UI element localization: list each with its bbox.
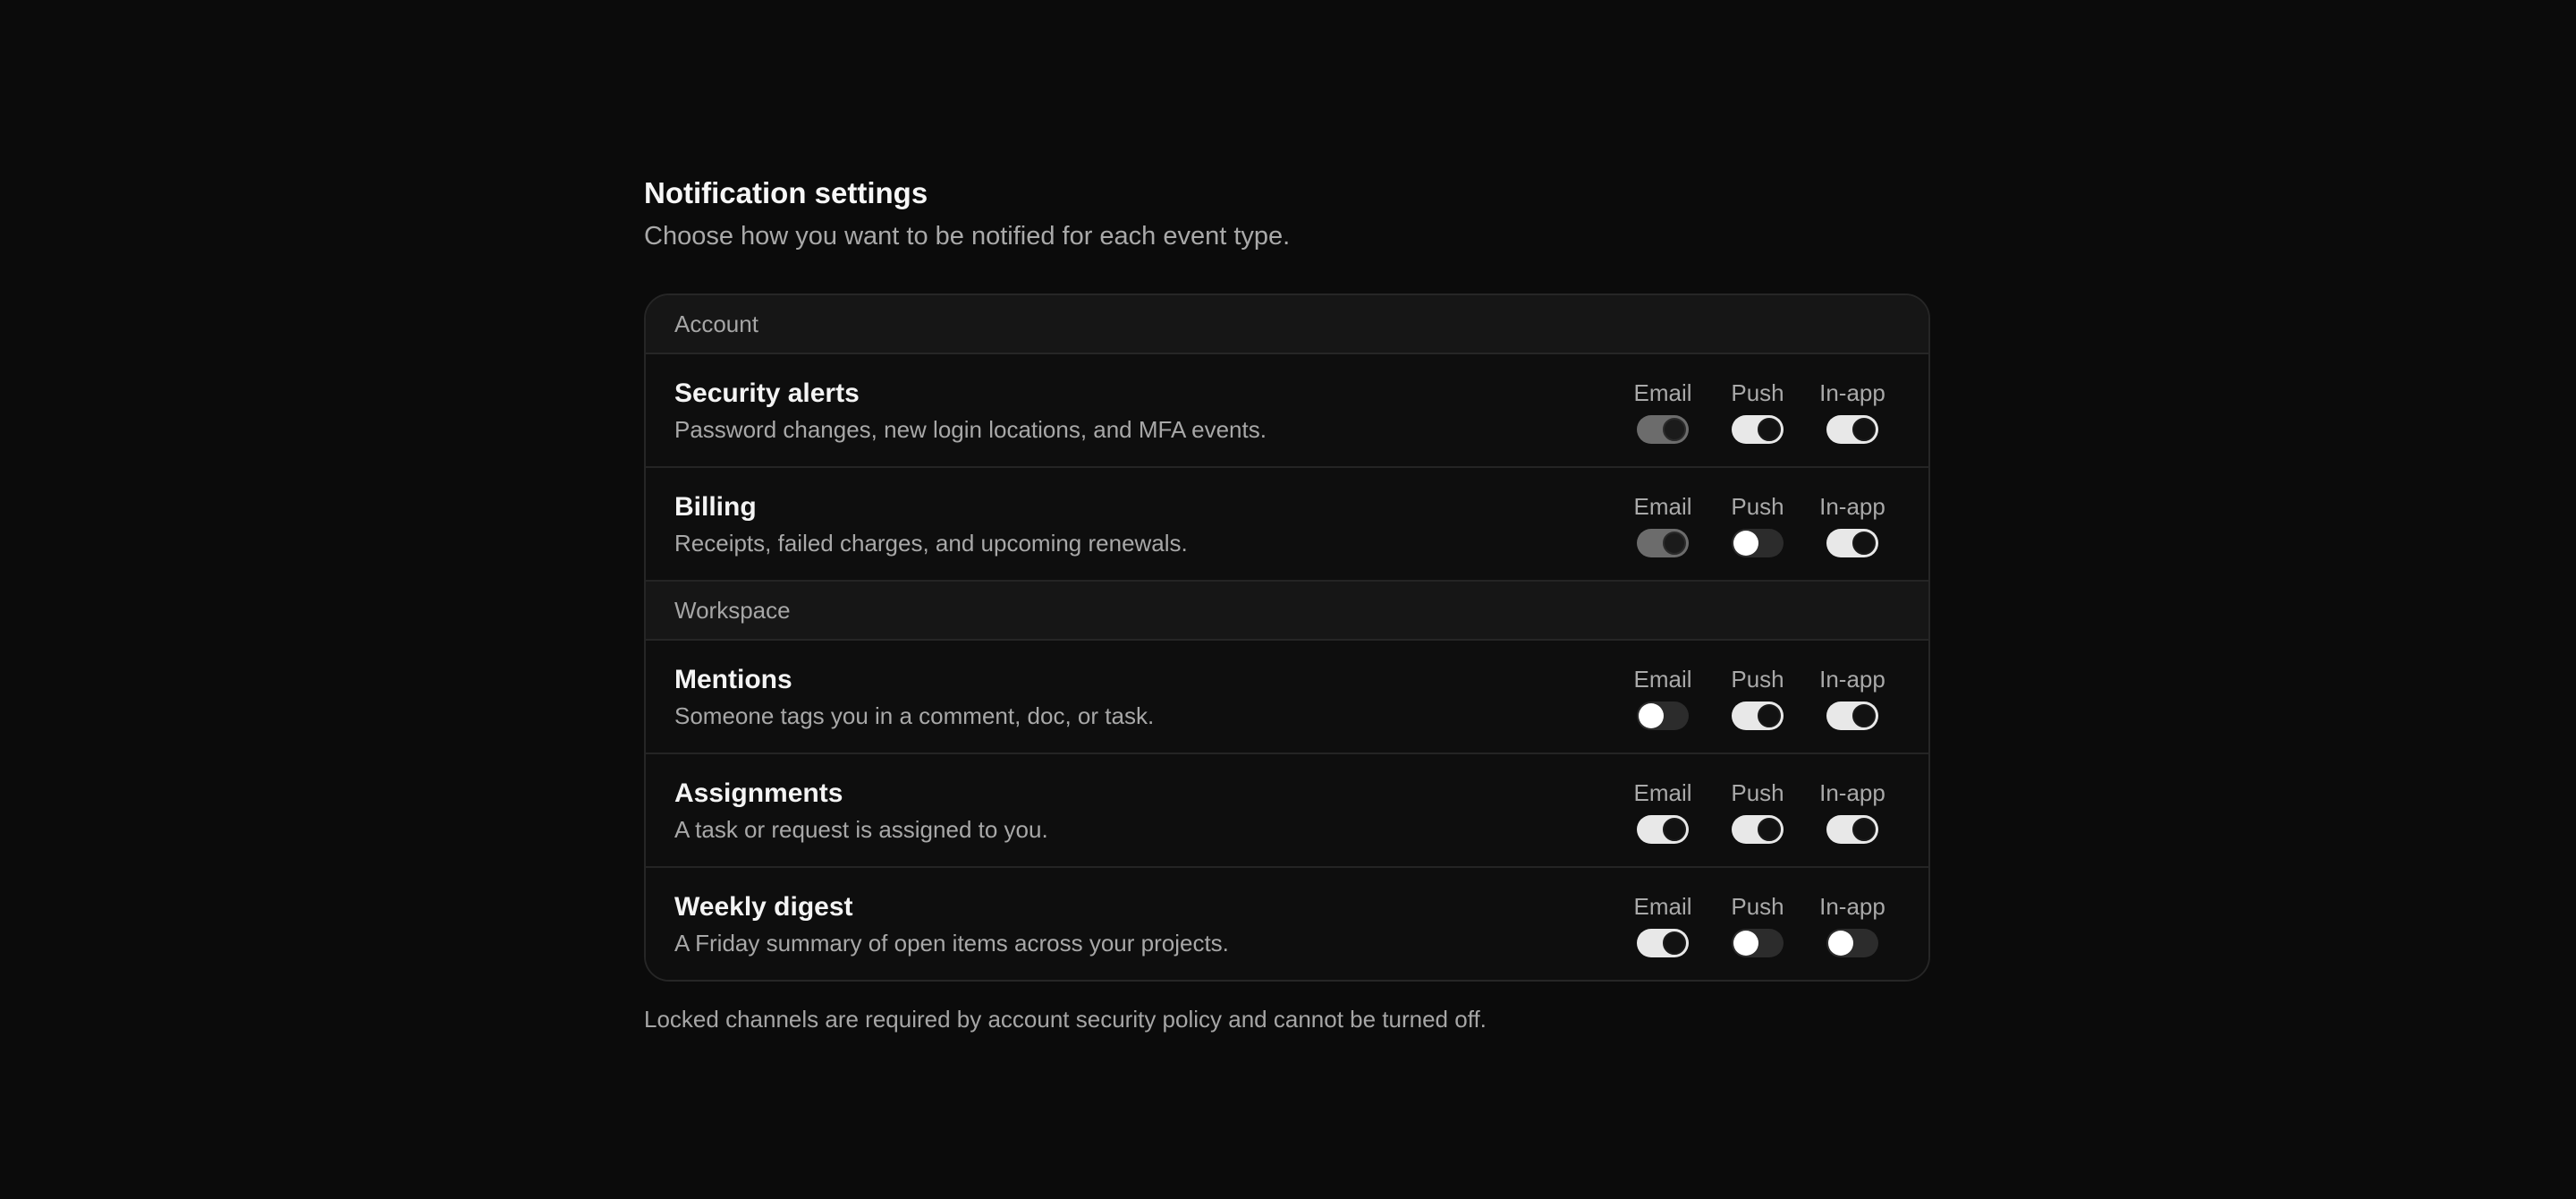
- email-toggle: [1637, 414, 1689, 444]
- section-header-account: Account: [646, 295, 1928, 354]
- in-app-toggle[interactable]: [1826, 814, 1878, 844]
- channel-label-in-app: In-app: [1819, 378, 1885, 406]
- setting-title: Assignments: [674, 778, 843, 808]
- toggle-knob: [1828, 930, 1853, 956]
- setting-row-assignments: Assignments A task or request is assigne…: [646, 754, 1928, 868]
- toggle-knob: [1852, 817, 1876, 841]
- setting-description: A task or request is assigned to you.: [674, 815, 1048, 843]
- channel-toggles: Email Push In-app: [1615, 378, 1900, 444]
- channel-label-email: Email: [1633, 778, 1692, 806]
- channel-label-email: Email: [1633, 378, 1692, 406]
- setting-row-billing: Billing Receipts, failed charges, and up…: [646, 468, 1928, 582]
- channel-label-push: Push: [1731, 892, 1784, 920]
- setting-description: Someone tags you in a comment, doc, or t…: [674, 702, 1155, 729]
- toggle-knob: [1852, 703, 1876, 727]
- in-app-toggle[interactable]: [1826, 414, 1878, 444]
- channel-label-in-app: In-app: [1819, 892, 1885, 920]
- push-toggle[interactable]: [1732, 814, 1784, 844]
- toggle-knob: [1852, 531, 1876, 555]
- email-toggle[interactable]: [1637, 928, 1689, 957]
- setting-row-security-alerts: Security alerts Password changes, new lo…: [646, 354, 1928, 468]
- settings-card: Account Security alerts Password changes…: [644, 293, 1930, 982]
- setting-description: Password changes, new login locations, a…: [674, 415, 1267, 443]
- channel-label-push: Push: [1731, 492, 1784, 520]
- toggle-knob: [1639, 702, 1664, 728]
- channel-label-email: Email: [1633, 665, 1692, 693]
- setting-title: Security alerts: [674, 378, 860, 408]
- email-toggle[interactable]: [1637, 814, 1689, 844]
- toggle-knob: [1758, 703, 1781, 727]
- toggle-knob: [1663, 531, 1686, 555]
- email-toggle[interactable]: [1637, 701, 1689, 730]
- setting-title: Mentions: [674, 664, 792, 694]
- toggle-knob: [1852, 417, 1876, 441]
- email-toggle: [1637, 528, 1689, 557]
- toggle-knob: [1758, 417, 1781, 441]
- toggle-knob: [1733, 530, 1758, 556]
- toggle-knob: [1663, 931, 1686, 955]
- setting-description: Receipts, failed charges, and upcoming r…: [674, 529, 1188, 557]
- channel-label-in-app: In-app: [1819, 492, 1885, 520]
- push-toggle[interactable]: [1732, 928, 1784, 957]
- push-toggle[interactable]: [1732, 528, 1784, 557]
- setting-title: Weekly digest: [674, 891, 853, 922]
- setting-row-weekly-digest: Weekly digest A Friday summary of open i…: [646, 868, 1928, 980]
- push-toggle[interactable]: [1732, 701, 1784, 730]
- channel-toggles: Email Push In-app: [1615, 778, 1900, 844]
- toggle-knob: [1733, 930, 1758, 956]
- setting-title: Billing: [674, 491, 757, 522]
- in-app-toggle[interactable]: [1826, 928, 1878, 957]
- push-toggle[interactable]: [1732, 414, 1784, 444]
- channel-label-push: Push: [1731, 665, 1784, 693]
- locked-channels-footnote: Locked channels are required by account …: [644, 1006, 1487, 1033]
- notification-settings-page: Notification settings Choose how you wan…: [644, 170, 1930, 1059]
- page-title: Notification settings: [644, 176, 928, 209]
- channel-label-email: Email: [1633, 892, 1692, 920]
- channel-label-email: Email: [1633, 492, 1692, 520]
- channel-label-in-app: In-app: [1819, 778, 1885, 806]
- toggle-knob: [1663, 817, 1686, 841]
- channel-toggles: Email Push In-app: [1615, 664, 1900, 730]
- in-app-toggle[interactable]: [1826, 701, 1878, 730]
- page-subtitle: Choose how you want to be notified for e…: [644, 222, 1291, 251]
- toggle-knob: [1758, 817, 1781, 841]
- section-header-workspace: Workspace: [646, 582, 1928, 641]
- channel-toggles: Email Push In-app: [1615, 891, 1900, 957]
- toggle-knob: [1663, 417, 1686, 441]
- channel-label-push: Push: [1731, 778, 1784, 806]
- channel-label-push: Push: [1731, 378, 1784, 406]
- setting-row-mentions: Mentions Someone tags you in a comment, …: [646, 641, 1928, 754]
- channel-label-in-app: In-app: [1819, 665, 1885, 693]
- channel-toggles: Email Push In-app: [1615, 491, 1900, 557]
- setting-description: A Friday summary of open items across yo…: [674, 929, 1229, 957]
- in-app-toggle[interactable]: [1826, 528, 1878, 557]
